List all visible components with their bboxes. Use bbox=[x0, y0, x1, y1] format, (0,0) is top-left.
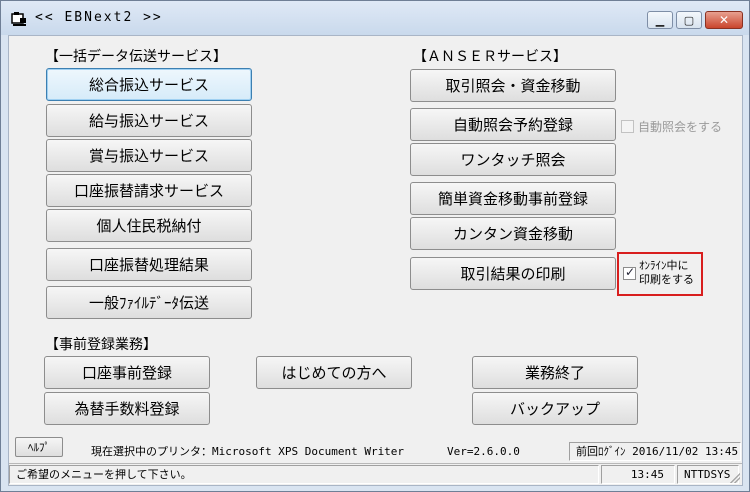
account-preregister-button[interactable]: 口座事前登録 bbox=[44, 356, 210, 389]
jumin-zei-button[interactable]: 個人住民税納付 bbox=[46, 209, 252, 242]
status-bar: ご希望のメニューを押して下さい。 13:45 NTTDSYS bbox=[9, 463, 742, 485]
easy-transfer-preregister-button[interactable]: 簡単資金移動事前登録 bbox=[410, 182, 616, 215]
title-bar[interactable]: << EBNext2 >> ▁ ▢ ✕ bbox=[1, 1, 749, 35]
print-online-label-line1: ｵﾝﾗｲﾝ中に bbox=[639, 259, 689, 272]
app-window: << EBNext2 >> ▁ ▢ ✕ 【一括データ伝送サービス】 【ＡＮＳＥＲ… bbox=[0, 0, 750, 492]
general-file-transfer-button[interactable]: 一般ﾌｧｲﾙﾃﾞｰﾀ伝送 bbox=[46, 286, 252, 319]
section-pre-heading: 【事前登録業務】 bbox=[45, 337, 157, 353]
fee-register-button[interactable]: 為替手数料登録 bbox=[44, 392, 210, 425]
auto-inquiry-label: 自動照会をする bbox=[638, 120, 723, 134]
maximize-icon: ▢ bbox=[683, 13, 695, 27]
main-panel: 【一括データ伝送サービス】 【ＡＮＳＥＲサービス】 【事前登録業務】 総合振込サ… bbox=[8, 35, 743, 486]
auto-inquiry-checkbox[interactable] bbox=[621, 120, 634, 133]
close-button[interactable]: ✕ bbox=[705, 11, 743, 29]
version-info: Ver=2.6.0.0 bbox=[441, 443, 565, 462]
print-online-label: ｵﾝﾗｲﾝ中に 印刷をする bbox=[639, 259, 694, 287]
status-message: ご希望のメニューを押して下さい。 bbox=[9, 465, 599, 484]
printer-info: 現在選択中のプリンタ：Microsoft XPS Document Writer bbox=[85, 443, 443, 462]
maximize-button[interactable]: ▢ bbox=[676, 11, 702, 29]
sogo-furikomi-button[interactable]: 総合振込サービス bbox=[46, 68, 252, 101]
koza-furikae-seikyu-button[interactable]: 口座振替請求サービス bbox=[46, 174, 252, 207]
torihiki-shokai-button[interactable]: 取引照会・資金移動 bbox=[410, 69, 616, 102]
auto-inquiry-checkbox-row[interactable]: 自動照会をする bbox=[621, 118, 722, 135]
koza-furikae-kekka-button[interactable]: 口座振替処理結果 bbox=[46, 248, 252, 281]
easy-transfer-button[interactable]: カンタン資金移動 bbox=[410, 217, 616, 250]
resize-grip-icon[interactable] bbox=[730, 473, 740, 483]
section-anser-heading: 【ＡＮＳＥＲサービス】 bbox=[413, 49, 567, 65]
auto-inquiry-register-button[interactable]: 自動照会予約登録 bbox=[410, 108, 616, 141]
app-icon bbox=[11, 12, 26, 26]
window-title: << EBNext2 >> bbox=[35, 10, 163, 25]
print-online-checkbox[interactable] bbox=[623, 265, 636, 280]
last-login-info: 前回ﾛｸﾞｲﾝ 2016/11/02 13:45 bbox=[569, 442, 741, 461]
shoyo-furikomi-button[interactable]: 賞与振込サービス bbox=[46, 139, 252, 172]
section-bulk-heading: 【一括データ伝送サービス】 bbox=[45, 49, 227, 65]
minimize-button[interactable]: ▁ bbox=[647, 11, 673, 29]
kyuyo-furikomi-button[interactable]: 給与振込サービス bbox=[46, 104, 252, 137]
print-online-label-line2: 印刷をする bbox=[639, 273, 694, 286]
help-button[interactable]: ﾍﾙﾌﾟ bbox=[15, 437, 63, 457]
first-time-button[interactable]: はじめての方へ bbox=[256, 356, 412, 389]
print-results-button[interactable]: 取引結果の印刷 bbox=[410, 257, 616, 290]
minimize-icon: ▁ bbox=[655, 13, 665, 27]
status-time: 13:45 bbox=[601, 465, 675, 484]
exit-button[interactable]: 業務終了 bbox=[472, 356, 638, 389]
close-icon: ✕ bbox=[718, 13, 730, 27]
one-touch-inquiry-button[interactable]: ワンタッチ照会 bbox=[410, 143, 616, 176]
backup-button[interactable]: バックアップ bbox=[472, 392, 638, 425]
